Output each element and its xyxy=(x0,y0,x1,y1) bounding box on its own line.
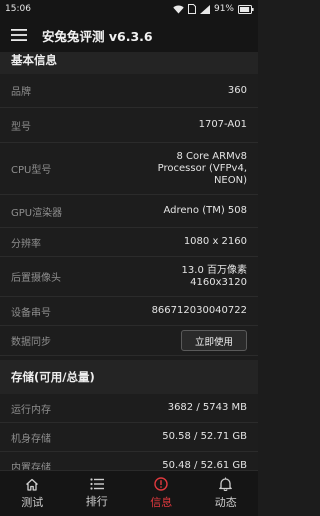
nav-item-info[interactable]: 信息 xyxy=(129,471,194,516)
storage-title: 存储(可用/总量) xyxy=(11,370,95,384)
use-now-button[interactable]: 立即使用 xyxy=(181,330,247,351)
row-label: CPU型号 xyxy=(11,165,52,176)
row-value: Adreno (TM) 508 xyxy=(163,205,248,216)
storage-row-device: 机身存储 50.58 / 52.71 GB xyxy=(0,423,258,452)
nav-item-news[interactable]: 动态 xyxy=(194,471,259,516)
nav-label: 排行 xyxy=(85,495,108,508)
row-value: 50.58 / 52.71 GB xyxy=(162,431,247,442)
row-value: 866712030040722 xyxy=(151,305,247,316)
menu-button[interactable] xyxy=(0,18,38,52)
row-value: 8 Core ARMv8 Processor (VFPv4, NEON) xyxy=(157,150,247,186)
row-value: 1707-A01 xyxy=(198,119,247,130)
storage-header: 存储(可用/总量) xyxy=(0,360,258,394)
sim-card-icon xyxy=(187,4,196,14)
row-label: 后置摄像头 xyxy=(11,273,61,284)
row-label: 品牌 xyxy=(11,87,31,98)
info-row-serial: 设备串号 866712030040722 xyxy=(0,297,258,326)
row-label: 内置存储 xyxy=(11,462,51,471)
info-icon xyxy=(154,477,168,491)
battery-icon xyxy=(238,4,254,14)
info-row-resolution: 分辨率 1080 x 2160 xyxy=(0,228,258,257)
row-label: 机身存储 xyxy=(11,433,51,445)
info-row-brand: 品牌 360 xyxy=(0,74,258,108)
row-label: 设备串号 xyxy=(11,307,51,319)
info-row-rear-camera: 后置摄像头 13.0 百万像素 4160x3120 xyxy=(0,257,258,297)
app-title: 安兔兔评测 v6.3.6 xyxy=(42,28,153,44)
status-icons: 91% xyxy=(173,4,254,14)
row-label: 数据同步 xyxy=(11,337,51,348)
basic-info-title: 基本信息 xyxy=(11,53,57,67)
nav-label: 动态 xyxy=(214,496,237,509)
nav-item-ranking[interactable]: 排行 xyxy=(65,471,130,516)
row-label: 分辨率 xyxy=(11,238,41,250)
hamburger-menu-icon xyxy=(11,29,27,41)
info-row-data-sync: 数据同步 立即使用 xyxy=(0,326,258,356)
info-row-model: 型号 1707-A01 xyxy=(0,108,258,143)
basic-info-header: 基本信息 xyxy=(0,52,258,74)
row-value: 50.48 / 52.61 GB xyxy=(162,460,247,470)
bell-icon xyxy=(219,477,233,491)
list-icon xyxy=(90,478,104,490)
battery-percent: 91% xyxy=(213,4,234,14)
nav-label: 信息 xyxy=(150,496,173,509)
bottom-nav: 测试 排行 信息 动态 xyxy=(0,470,258,516)
status-time: 15:06 xyxy=(5,4,31,14)
nav-label: 测试 xyxy=(21,495,44,509)
home-icon xyxy=(26,478,39,491)
row-value: 1080 x 2160 xyxy=(183,236,247,247)
row-label: GPU渲染器 xyxy=(11,207,63,219)
signal-icon xyxy=(199,4,210,14)
row-label: 运行内存 xyxy=(11,404,51,416)
device-info-content[interactable]: 基本信息 品牌 360 型号 1707-A01 CPU型号 8 Core ARM… xyxy=(0,52,258,470)
app-bar: 安兔兔评测 v6.3.6 xyxy=(0,18,258,52)
row-value: 3682 / 5743 MB xyxy=(167,402,247,413)
row-label: 型号 xyxy=(11,121,31,133)
wifi-icon xyxy=(173,5,184,13)
row-value: 13.0 百万像素 4160x3120 xyxy=(181,264,247,288)
info-row-gpu: GPU渲染器 Adreno (TM) 508 xyxy=(0,195,258,228)
status-bar: 15:06 91% xyxy=(0,0,258,18)
nav-item-test[interactable]: 测试 xyxy=(0,471,65,516)
row-value: 360 xyxy=(227,84,247,96)
storage-row-ram: 运行内存 3682 / 5743 MB xyxy=(0,394,258,423)
info-row-cpu: CPU型号 8 Core ARMv8 Processor (VFPv4, NEO… xyxy=(0,143,258,195)
storage-row-internal: 内置存储 50.48 / 52.61 GB xyxy=(0,452,258,470)
